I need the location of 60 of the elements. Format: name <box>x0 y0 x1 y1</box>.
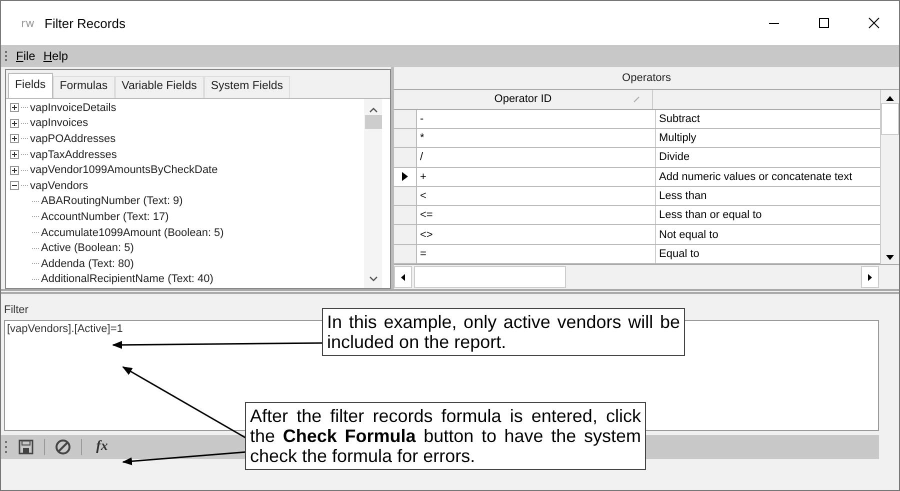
cancel-icon[interactable] <box>55 438 71 455</box>
expand-icon[interactable] <box>10 150 19 160</box>
tab[interactable]: Fields <box>8 73 53 98</box>
tree-item[interactable]: vapVendor1099AmountsByCheckDate <box>30 164 218 176</box>
scrollbar-thumb[interactable] <box>364 115 382 129</box>
table-cell: Subtract <box>656 110 880 128</box>
maximize-icon[interactable] <box>818 17 830 29</box>
table-cell: * <box>417 129 656 148</box>
scroll-down-icon[interactable] <box>368 276 378 282</box>
table-cell: <= <box>417 206 656 224</box>
column-header[interactable]: Operator ID <box>494 93 552 106</box>
tree-item[interactable]: vapVendors <box>30 180 88 192</box>
table-cell: Less than <box>656 186 880 206</box>
expand-icon[interactable] <box>10 134 19 144</box>
scroll-right-icon[interactable] <box>868 274 872 280</box>
table-cell: - <box>417 110 656 128</box>
tree-item[interactable]: Active (Boolean: 5) <box>41 242 134 254</box>
scroll-up-icon[interactable] <box>886 96 894 101</box>
table-cell: < <box>417 186 656 206</box>
table-cell: <> <box>417 225 656 244</box>
menu-item[interactable]: Help <box>43 49 68 63</box>
sort-icon <box>633 96 640 103</box>
table-cell: Not equal to <box>656 225 880 244</box>
table-cell: / <box>417 148 656 167</box>
tree-item[interactable]: AdditionalRecipientName (Text: 40) <box>41 273 214 286</box>
grip-icon <box>4 440 8 454</box>
scrollbar-thumb[interactable] <box>414 266 566 288</box>
table-cell: = <box>417 244 656 263</box>
tab[interactable]: System Fields <box>204 76 290 98</box>
tree-item[interactable]: ABARoutingNumber (Text: 9) <box>41 195 183 208</box>
table-cell: Divide <box>656 148 880 167</box>
table-cell: Less than or equal to <box>656 206 880 224</box>
tab[interactable]: Variable Fields <box>114 76 204 98</box>
tree-item[interactable]: Addenda (Text: 80) <box>41 258 134 270</box>
tree-item[interactable]: vapTaxAddresses <box>30 148 117 161</box>
menu-item[interactable]: File <box>16 49 36 63</box>
expand-icon[interactable] <box>10 103 19 112</box>
scroll-down-icon[interactable] <box>886 255 894 260</box>
expand-icon[interactable] <box>10 118 19 128</box>
tree-item[interactable]: vapInvoiceDetails <box>30 102 116 114</box>
grip-icon <box>4 50 8 62</box>
scroll-left-icon[interactable] <box>401 274 405 280</box>
table-cell: Equal to <box>656 244 880 263</box>
filter-label: Filter <box>3 303 28 318</box>
collapse-icon[interactable] <box>10 181 19 190</box>
table-cell: Multiply <box>656 129 880 148</box>
tree-item[interactable]: AccountNumber (Text: 17) <box>41 210 169 223</box>
tab[interactable]: Formulas <box>52 76 115 98</box>
scrollbar-thumb[interactable] <box>881 103 899 135</box>
scroll-up-icon[interactable] <box>368 107 378 113</box>
expand-icon[interactable] <box>10 166 19 175</box>
save-icon[interactable] <box>18 438 34 455</box>
close-icon[interactable] <box>868 17 880 29</box>
check-formula-button[interactable]: fx <box>90 436 114 458</box>
tree-item[interactable]: vapInvoices <box>30 117 88 130</box>
app-logo: rw <box>21 16 35 30</box>
tree-item[interactable]: Accumulate1099Amount (Boolean: 5) <box>41 226 224 239</box>
tree-item[interactable]: vapPOAddresses <box>30 132 116 145</box>
current-row-icon <box>402 172 408 182</box>
window-title: Filter Records <box>44 16 126 30</box>
